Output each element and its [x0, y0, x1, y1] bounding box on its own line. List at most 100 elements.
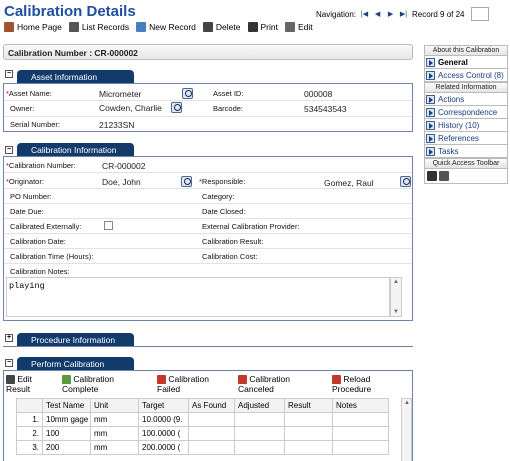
calibrated-externally-label: Calibrated Externally:: [10, 222, 82, 231]
side-item-general[interactable]: General: [424, 56, 508, 69]
side-item-actions[interactable]: Actions: [424, 93, 508, 106]
arrow-icon: [426, 107, 435, 117]
calibration-information-tab[interactable]: Calibration Information: [17, 143, 134, 156]
perform-calibration-panel: Edit Result Calibration Complete Calibra…: [3, 370, 413, 461]
result-cell[interactable]: [284, 426, 333, 441]
list-records-button[interactable]: List Records: [68, 22, 129, 32]
perform-calibration-tab[interactable]: Perform Calibration: [17, 357, 134, 370]
date-due-label: Date Due:: [10, 207, 44, 216]
as-found-cell[interactable]: [188, 440, 235, 455]
calibrated-externally-checkbox[interactable]: [104, 221, 113, 230]
calibration-notes-textarea[interactable]: playing: [6, 277, 390, 317]
date-closed-label: Date Closed:: [202, 207, 246, 216]
side-item-access-control[interactable]: Access Control (8): [424, 69, 508, 82]
as-found-cell[interactable]: [188, 426, 235, 441]
scroll-up-icon[interactable]: ▲: [404, 400, 410, 406]
serial-number-value: 21233SN: [99, 120, 135, 130]
calibration-time-label: Calibration Time (Hours):: [10, 252, 94, 261]
calibration-failed-button[interactable]: Calibration Failed: [157, 374, 223, 394]
calibration-complete-button[interactable]: Calibration Complete: [62, 374, 132, 394]
table-row[interactable]: 3. 200 mm 200.0000 (: [16, 440, 389, 455]
test-name-cell: 10mm gage: [42, 412, 91, 427]
new-record-icon: [136, 22, 147, 32]
next-record-icon[interactable]: ▶: [386, 10, 395, 19]
arrow-icon: [426, 94, 435, 104]
new-record-button[interactable]: New Record: [136, 22, 196, 32]
canceled-icon: [238, 375, 247, 385]
adjusted-cell[interactable]: [234, 412, 285, 427]
related-header: Related Information: [424, 82, 508, 93]
result-cell[interactable]: [284, 440, 333, 455]
notes-cell[interactable]: [332, 426, 389, 441]
home-icon: [4, 22, 14, 32]
edit-result-button[interactable]: Edit Result: [6, 374, 46, 394]
result-cell[interactable]: [284, 412, 333, 427]
print-button[interactable]: Print: [247, 22, 278, 32]
row-number: 3.: [16, 440, 43, 455]
owner-lookup-icon[interactable]: [171, 102, 182, 113]
column-header[interactable]: Unit: [90, 398, 139, 413]
asset-lookup-icon[interactable]: [182, 88, 193, 99]
table-scrollbar[interactable]: ▲: [401, 398, 412, 461]
calibration-result-label: Calibration Result:: [202, 237, 264, 246]
collapse-icon[interactable]: −: [5, 70, 13, 78]
table-row[interactable]: 2. 100 mm 100.0000 (: [16, 426, 389, 441]
adjusted-cell[interactable]: [234, 426, 285, 441]
last-record-icon[interactable]: ▶|: [399, 10, 408, 19]
asset-information-tab[interactable]: Asset Information: [17, 70, 134, 83]
perform-section-header: −: [5, 359, 17, 367]
quick-access-toolbar: [424, 169, 508, 184]
responsible-label: *Responsible:: [199, 177, 246, 186]
side-panel: About this Calibration General Access Co…: [424, 45, 508, 184]
export-icon[interactable]: [439, 171, 449, 181]
record-jump-input[interactable]: [470, 7, 489, 21]
unit-cell: mm: [90, 412, 139, 427]
edit-button[interactable]: Edit: [284, 22, 313, 32]
page-title: Calibration Details: [4, 3, 136, 20]
scroll-down-icon[interactable]: ▼: [393, 309, 399, 315]
calibration-canceled-button[interactable]: Calibration Canceled: [238, 374, 304, 394]
serial-number-label: Serial Number:: [10, 120, 61, 129]
column-header[interactable]: Test Name: [42, 398, 91, 413]
arrow-icon: [426, 133, 435, 143]
column-header[interactable]: Adjusted: [234, 398, 285, 413]
expand-icon[interactable]: +: [5, 334, 13, 342]
column-header[interactable]: Result: [284, 398, 333, 413]
column-header[interactable]: Target: [138, 398, 189, 413]
side-item-references[interactable]: References: [424, 132, 508, 145]
notes-scrollbar[interactable]: ▲ ▼: [390, 277, 402, 317]
reload-procedure-button[interactable]: Reload Procedure: [332, 374, 398, 394]
collapse-icon[interactable]: −: [5, 146, 13, 154]
collapse-icon[interactable]: −: [5, 359, 13, 367]
originator-label: *Originator:: [6, 177, 44, 186]
print-icon[interactable]: [427, 171, 437, 181]
delete-icon: [202, 22, 213, 32]
table-row[interactable]: 1. 10mm gage mm 10.0000 (9.: [16, 412, 389, 427]
side-item-correspondence[interactable]: Correspondence: [424, 106, 508, 119]
responsible-lookup-icon[interactable]: [400, 176, 411, 187]
table-header-row: Test Name Unit Target As Found Adjusted …: [16, 398, 389, 413]
toolbar: Home Page List Records New Record Delete…: [4, 22, 316, 32]
arrow-icon: [426, 57, 435, 67]
category-label: Category:: [202, 192, 235, 201]
procedure-information-tab[interactable]: Procedure Information: [17, 333, 134, 346]
column-header[interactable]: Notes: [332, 398, 389, 413]
as-found-cell[interactable]: [188, 412, 235, 427]
previous-record-icon[interactable]: ◀: [373, 10, 382, 19]
column-header[interactable]: As Found: [188, 398, 235, 413]
owner-value: Cowden, Charlie: [99, 103, 162, 113]
originator-lookup-icon[interactable]: [181, 176, 192, 187]
barcode-value: 534543543: [304, 104, 347, 114]
home-page-button[interactable]: Home Page: [4, 22, 62, 32]
notes-cell[interactable]: [332, 440, 389, 455]
side-item-tasks[interactable]: Tasks: [424, 145, 508, 158]
scroll-up-icon[interactable]: ▲: [393, 279, 399, 285]
arrow-icon: [426, 146, 435, 156]
adjusted-cell[interactable]: [234, 440, 285, 455]
delete-button[interactable]: Delete: [202, 22, 241, 32]
calibration-notes-label: Calibration Notes:: [10, 267, 70, 276]
notes-cell[interactable]: [332, 412, 389, 427]
first-record-icon[interactable]: |◀: [360, 10, 369, 19]
side-item-history[interactable]: History (10): [424, 119, 508, 132]
navigation-label: Navigation:: [316, 9, 357, 19]
